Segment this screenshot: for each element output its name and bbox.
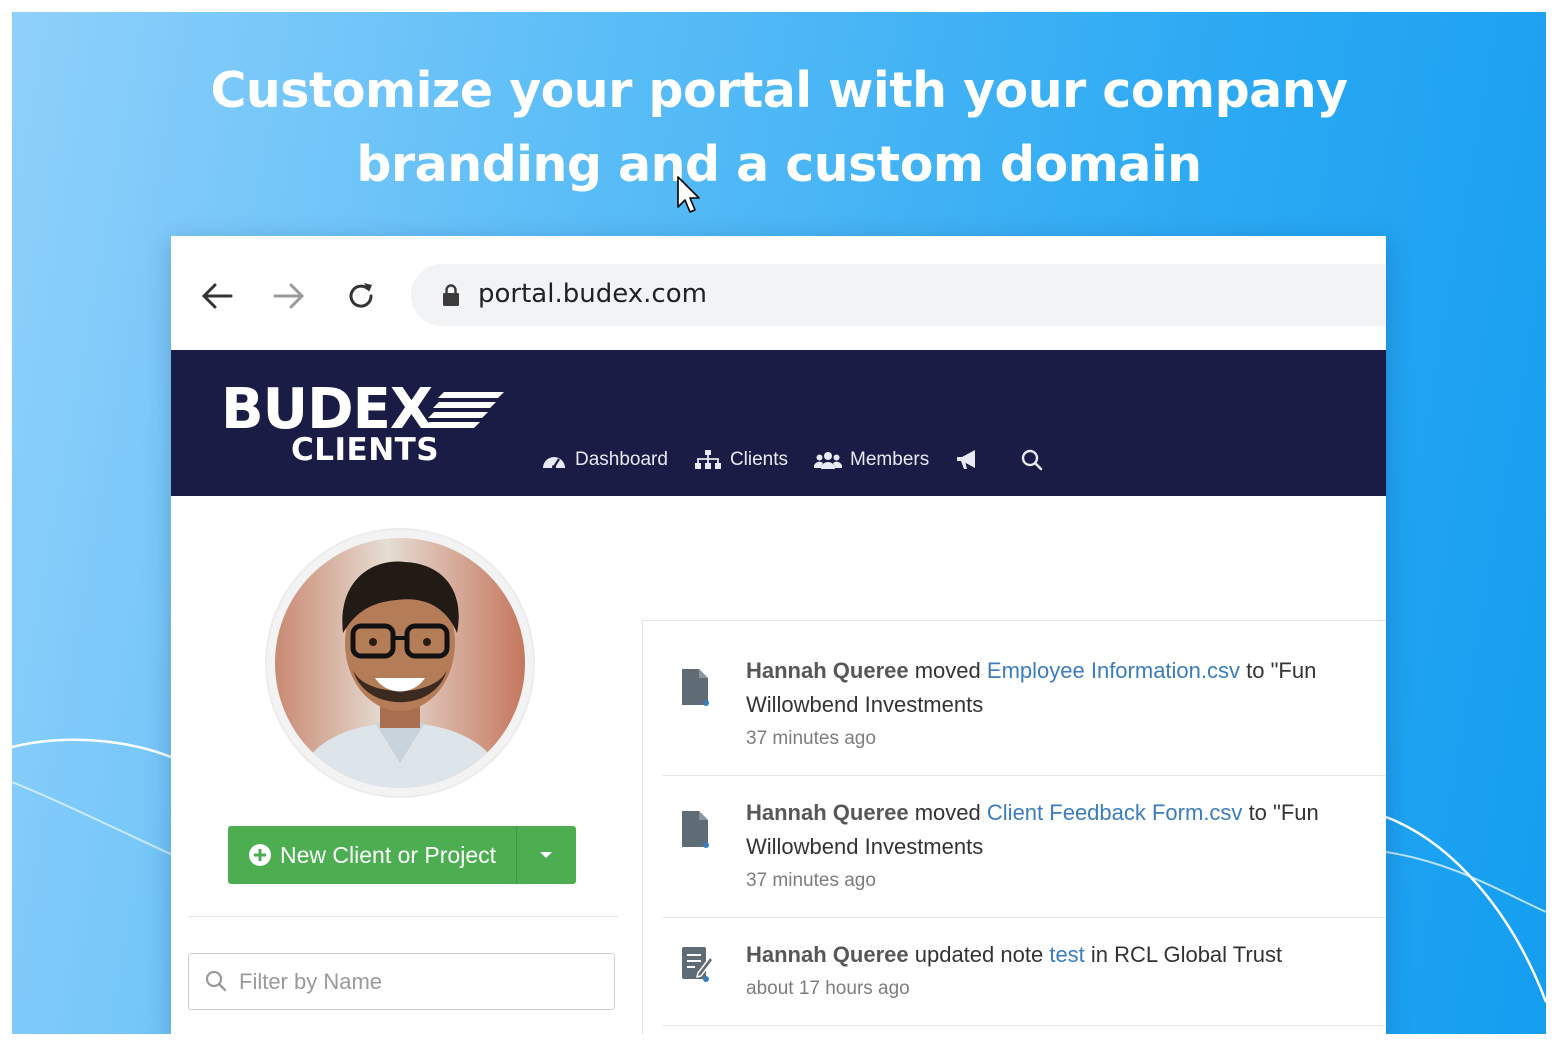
plus-circle-icon [249, 844, 271, 866]
logo-stripes-icon [426, 392, 504, 428]
nav-item-members[interactable]: Members [814, 449, 929, 471]
feed-divider [662, 1025, 1386, 1026]
activity-text: Hannah Queree moved Employee Information… [746, 655, 1316, 687]
activity-action: moved [914, 800, 981, 825]
activity-time: 37 minutes ago [746, 870, 876, 891]
activity-rest: to "Fun [1246, 658, 1317, 683]
logo-text-bottom: CLIENTS [291, 432, 440, 468]
feed-divider [662, 775, 1386, 776]
nav-item-dashboard[interactable]: Dashboard [541, 449, 668, 471]
activity-action: moved [914, 658, 981, 683]
caret-down-icon [540, 852, 553, 858]
nav-label-members: Members [850, 449, 930, 470]
sitemap-icon [694, 450, 721, 469]
nav-label-dashboard: Dashboard [575, 449, 668, 470]
new-client-split-button: New Client or Project [228, 826, 576, 884]
nav-item-clients[interactable]: Clients [694, 449, 788, 471]
sidebar-divider [188, 916, 618, 917]
new-client-button-label: New Client or Project [280, 841, 497, 868]
browser-window: portal.budex.com BUDEX CLIENTS Dashboard [171, 236, 1386, 1034]
activity-user[interactable]: Hannah Queree [746, 942, 909, 967]
activity-note-link[interactable]: test [1049, 942, 1084, 967]
logo-text-top: BUDEX [221, 377, 433, 442]
headline: Customize your portal with your company … [12, 54, 1546, 202]
mouse-cursor-icon [677, 176, 700, 213]
browser-toolbar: portal.budex.com [171, 236, 1386, 350]
file-icon [682, 811, 709, 848]
activity-text: Hannah Queree updated note test in RCL G… [746, 939, 1282, 971]
address-bar[interactable]: portal.budex.com [411, 264, 1386, 326]
activity-line-2: Willowbend Investments [746, 692, 984, 717]
search-icon [205, 970, 227, 992]
activity-line-2: Willowbend Investments [746, 834, 984, 859]
avatar-photo [275, 538, 525, 788]
headline-line-2: branding and a custom domain [356, 136, 1202, 193]
reload-icon[interactable] [341, 276, 381, 316]
filter-by-name-input[interactable] [237, 964, 601, 1000]
activity-rest: to "Fun [1248, 800, 1319, 825]
activity-time: 37 minutes ago [746, 728, 876, 749]
dashboard-gauge-icon [543, 457, 565, 469]
profile-avatar[interactable] [267, 530, 533, 796]
nav-label-clients: Clients [729, 449, 789, 470]
url-text: portal.budex.com [478, 279, 707, 309]
activity-file-link[interactable]: Employee Information.csv [987, 658, 1240, 683]
app-header: BUDEX CLIENTS Dashboard Clients Members [171, 350, 1386, 496]
activity-rest: in RCL Global Trust [1090, 942, 1283, 967]
activity-time: about 17 hours ago [746, 978, 910, 999]
activity-text: Hannah Queree moved Client Feedback Form… [746, 797, 1319, 829]
new-client-dropdown-toggle[interactable] [517, 826, 576, 884]
activity-action: updated note [914, 942, 1044, 967]
activity-user[interactable]: Hannah Queree [746, 800, 909, 825]
top-navigation: Dashboard Clients Members [541, 442, 1083, 478]
activity-file-link[interactable]: Client Feedback Form.csv [987, 800, 1243, 825]
file-icon [682, 669, 709, 706]
headline-line-1: Customize your portal with your company [210, 62, 1348, 119]
hero-banner: Customize your portal with your company … [12, 12, 1546, 1034]
page-content: New Client or Project Hannah Queree move… [171, 496, 1386, 1034]
megaphone-icon[interactable] [955, 448, 981, 472]
new-client-or-project-button[interactable]: New Client or Project [228, 826, 516, 884]
filter-by-name-field[interactable] [188, 953, 615, 1010]
lock-icon [443, 284, 459, 306]
activity-feed: Hannah Queree moved Employee Information… [642, 620, 1386, 1034]
budex-clients-logo[interactable]: BUDEX CLIENTS [221, 380, 511, 480]
note-edit-icon [682, 947, 714, 982]
back-arrow-icon[interactable] [197, 276, 237, 316]
search-icon[interactable] [1021, 449, 1043, 471]
users-icon [814, 452, 843, 469]
feed-divider [662, 917, 1386, 918]
forward-arrow-icon[interactable] [269, 276, 309, 316]
activity-user[interactable]: Hannah Queree [746, 658, 909, 683]
